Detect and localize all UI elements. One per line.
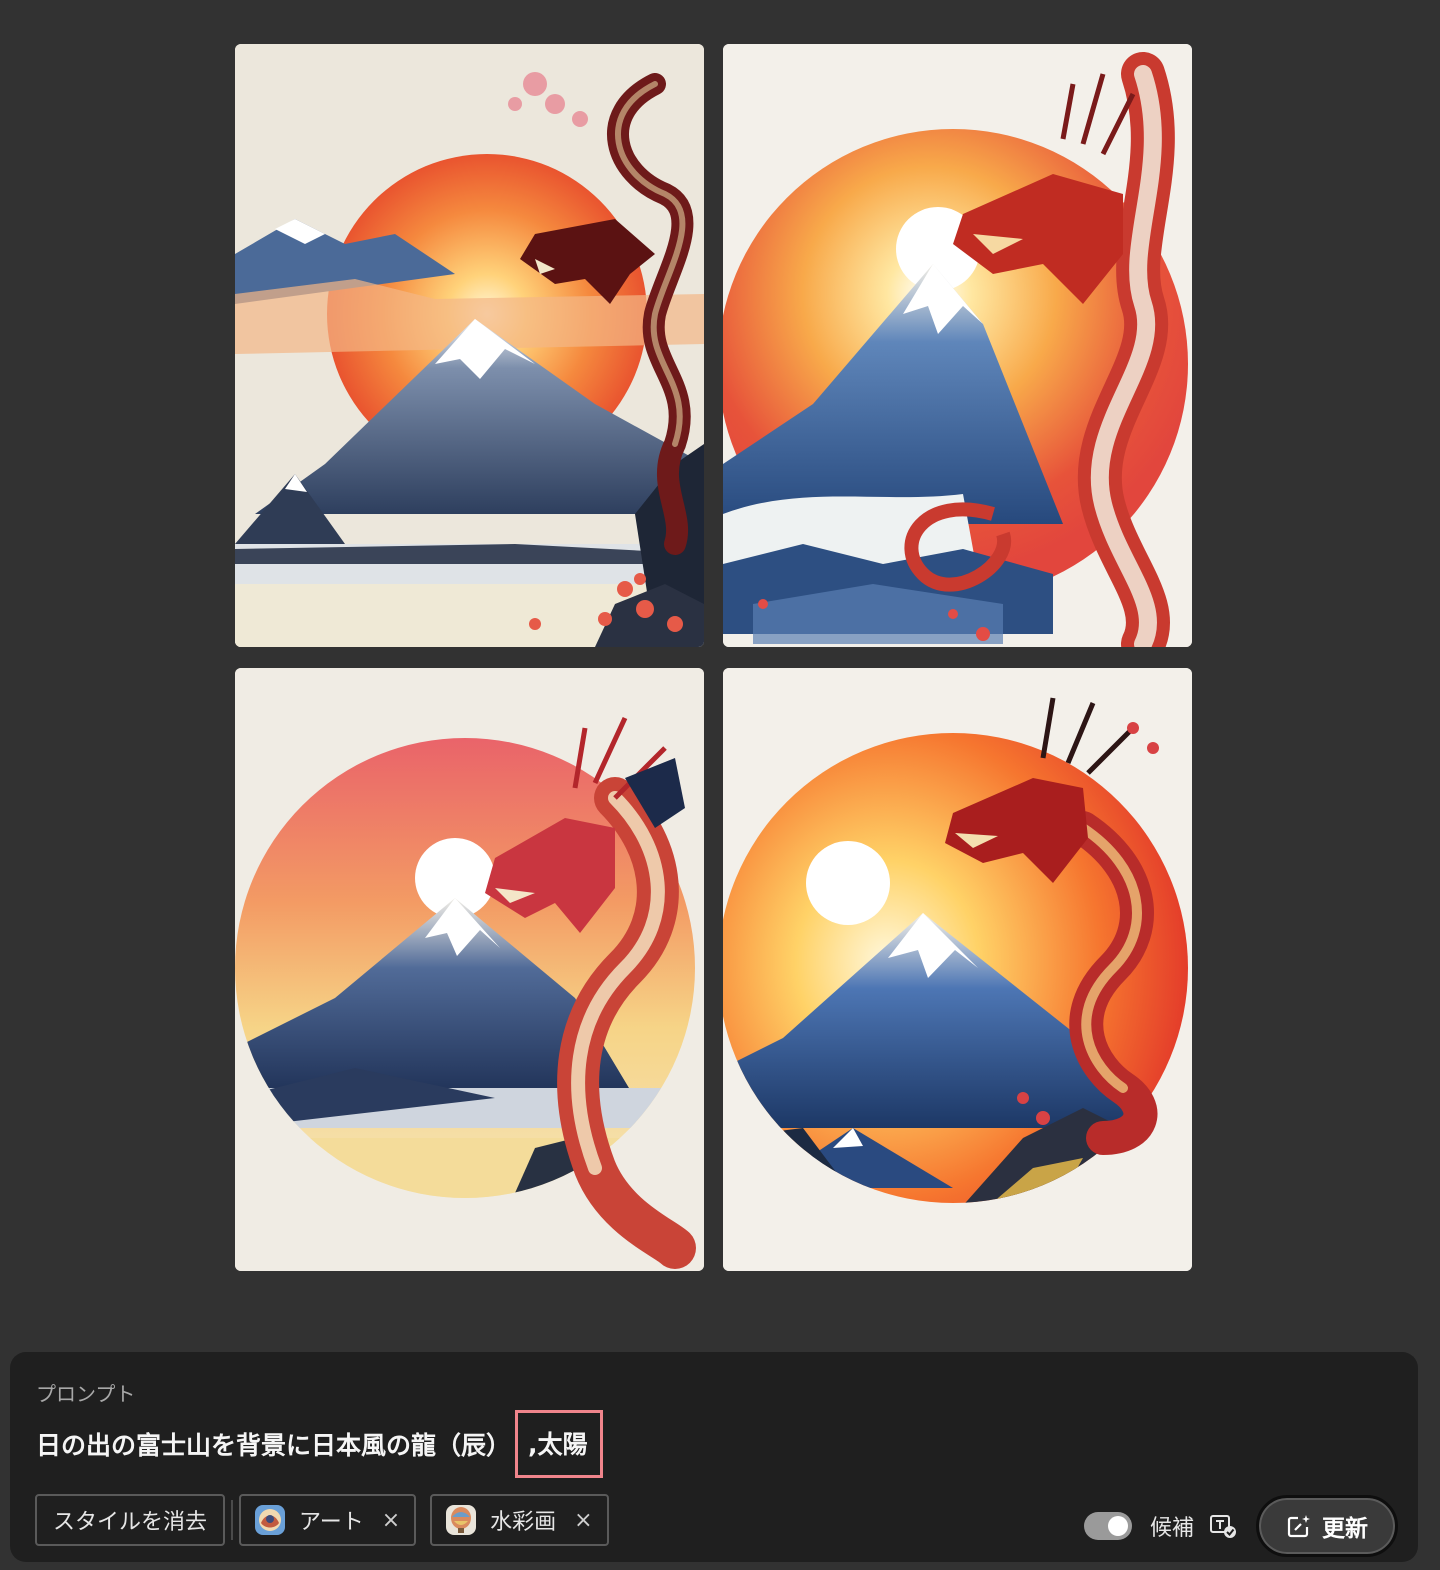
style-chip-art[interactable]: アート ×: [239, 1494, 417, 1546]
style-chips: スタイルを消去 アート × 水彩画 ×: [35, 1494, 609, 1546]
regenerate-icon: [1286, 1513, 1312, 1539]
art-style-thumbnail: [255, 1505, 286, 1535]
prompt-text-main: 日の出の富士山を背景に日本風の龍（辰）: [36, 1431, 512, 1460]
remove-art-style-icon[interactable]: ×: [382, 1508, 400, 1533]
prompt-input[interactable]: 日の出の富士山を背景に日本風の龍（辰） ,太陽: [36, 1410, 603, 1478]
update-button-label: 更新: [1322, 1516, 1368, 1542]
update-button[interactable]: 更新: [1256, 1495, 1398, 1557]
image-grid: [235, 44, 1192, 1271]
prompt-highlight: ,太陽: [515, 1410, 603, 1478]
generated-image-1[interactable]: [235, 44, 704, 647]
text-check-icon[interactable]: [1208, 1511, 1238, 1541]
style-chip-art-label: アート: [299, 1510, 364, 1535]
generated-image-2[interactable]: [723, 44, 1192, 647]
generated-image-3[interactable]: [235, 668, 704, 1271]
watercolor-fuji-dragon-3: [235, 668, 704, 1271]
watercolor-style-thumbnail: [446, 1505, 477, 1535]
suggestions-label: 候補: [1149, 1516, 1194, 1541]
chip-divider: [231, 1500, 234, 1540]
suggestions-toggle[interactable]: [1083, 1512, 1132, 1540]
style-chip-watercolor-label: 水彩画: [490, 1510, 557, 1535]
remove-watercolor-style-icon[interactable]: ×: [574, 1508, 592, 1533]
toggle-knob: [1107, 1516, 1128, 1536]
watercolor-fuji-dragon-2: [723, 44, 1192, 647]
generated-image-4[interactable]: [723, 668, 1192, 1271]
watercolor-fuji-dragon-4: [723, 668, 1192, 1271]
watercolor-fuji-dragon-1: [235, 44, 704, 647]
prompt-controls: 候補 更新: [1083, 1494, 1398, 1558]
prompt-label: プロンプト: [36, 1382, 136, 1406]
clear-styles-button[interactable]: スタイルを消去: [35, 1494, 226, 1546]
prompt-panel: プロンプト 日の出の富士山を背景に日本風の龍（辰） ,太陽 スタイルを消去 アー…: [10, 1352, 1418, 1562]
style-chip-watercolor[interactable]: 水彩画 ×: [430, 1494, 609, 1546]
